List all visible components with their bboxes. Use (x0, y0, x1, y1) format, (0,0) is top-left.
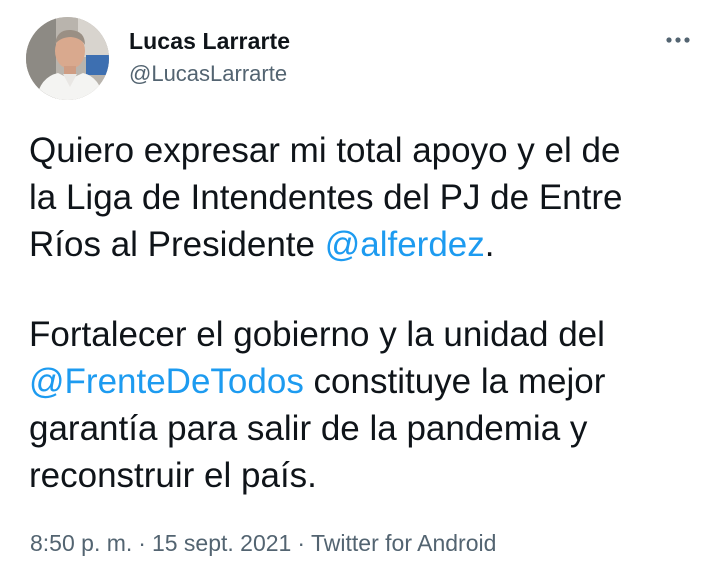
tweet-line: Ríos al Presidente @alferdez. (29, 221, 709, 268)
tweet-line-text: constituye la mejor (303, 362, 606, 401)
tweet-line: Quiero expresar mi total apoyo y el de (29, 131, 621, 170)
tweet-source-link[interactable]: Twitter for Android (311, 530, 496, 556)
more-horizontal-icon (666, 37, 690, 43)
tweet-text: Quiero expresar mi total apoyo y el de l… (29, 127, 709, 499)
tweet-line-text: Ríos al Presidente (29, 225, 325, 264)
tweet-timestamp-link[interactable]: 8:50 p. m. · 15 sept. 2021 (30, 530, 291, 556)
meta-separator: · (138, 530, 146, 556)
tweet-line: Fortalecer el gobierno y la unidad del (29, 315, 605, 354)
tweet-line: la Liga de Intendentes del PJ de Entre (29, 178, 623, 217)
author-display-name[interactable]: Lucas Larrarte (129, 28, 290, 55)
tweet-metadata: 8:50 p. m. · 15 sept. 2021 · Twitter for And… (30, 530, 496, 557)
mention-link-alferdez[interactable]: @alferdez (325, 225, 485, 264)
tweet-line: garantía para salir de la pandemia y (29, 409, 588, 448)
tweet-card: Lucas Larrarte @LucasLarrarte Quiero exp… (0, 0, 720, 570)
user-avatar-photo-icon (26, 17, 109, 100)
author-handle[interactable]: @LucasLarrarte (129, 61, 287, 87)
meta-separator: · (297, 530, 306, 556)
tweet-line: @FrenteDeTodos constituye la mejor (29, 358, 709, 405)
tweet-date: 15 sept. 2021 (151, 530, 292, 556)
tweet-line-punctuation: . (484, 225, 495, 264)
mention-link-frentedetodos[interactable]: @FrenteDeTodos (29, 362, 304, 401)
avatar[interactable] (26, 17, 109, 100)
tweet-line: reconstruir el país. (29, 456, 317, 495)
more-options-button[interactable] (658, 30, 698, 50)
tweet-time: 8:50 p. m. (30, 530, 133, 556)
